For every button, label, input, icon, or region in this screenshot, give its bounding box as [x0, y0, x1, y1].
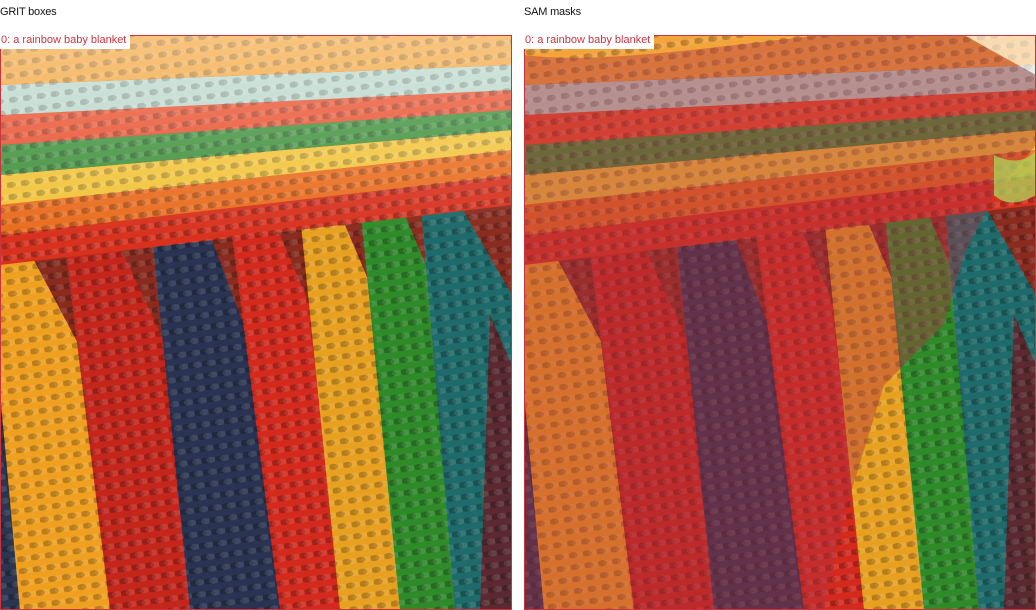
sam-panel: SAM masks 0: a rainbow baby blanket: [524, 0, 1036, 610]
sam-panel-title: SAM masks: [524, 6, 581, 18]
crochet-blanket-masked-image: [524, 35, 1036, 610]
grit-panel-title: GRIT boxes: [0, 6, 57, 18]
crochet-blanket-image: [0, 35, 512, 610]
sam-mask-label: 0: a rainbow baby blanket: [524, 33, 655, 49]
grit-photo: [0, 35, 512, 610]
grit-box-label: 0: a rainbow baby blanket: [0, 33, 131, 49]
sam-photo: [524, 35, 1036, 610]
grit-panel: GRIT boxes 0: a rainbow baby blanket: [0, 0, 512, 610]
